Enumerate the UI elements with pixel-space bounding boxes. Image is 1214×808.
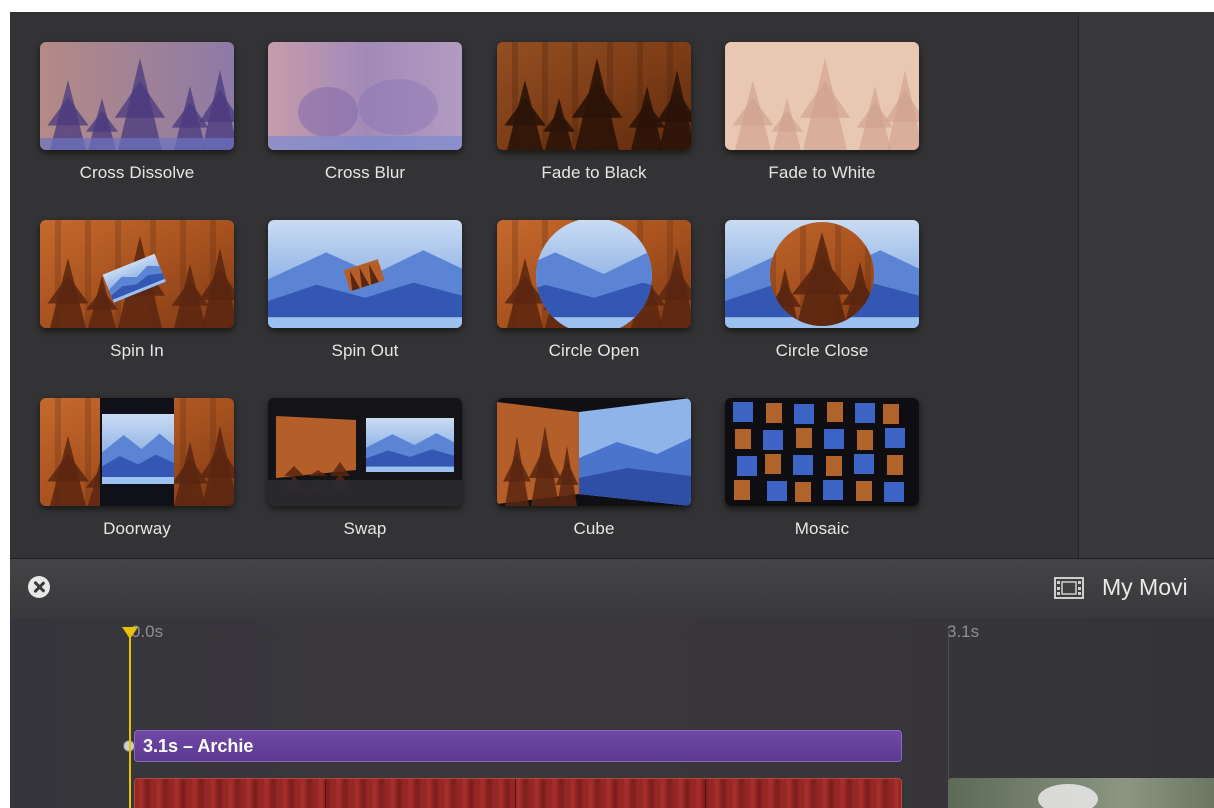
transition-label: Fade to White xyxy=(768,163,876,182)
transition-tile-swap[interactable]: Swap xyxy=(268,398,462,538)
transition-tile-cross-blur[interactable]: Cross Blur xyxy=(268,42,462,182)
doorway-thumbnail[interactable] xyxy=(40,398,234,506)
spin-out-thumbnail[interactable] xyxy=(268,220,462,328)
title-clip-label: 3.1s – Archie xyxy=(143,736,254,756)
clip-frame-divider xyxy=(515,779,516,808)
transitions-browser: Cross Dissolve Cross Blur Fade to Black F… xyxy=(10,12,1078,558)
close-icon[interactable] xyxy=(28,576,50,598)
transition-tile-doorway[interactable]: Doorway xyxy=(40,398,234,538)
transition-label: Circle Close xyxy=(775,341,869,360)
mosaic-thumbnail[interactable] xyxy=(725,398,919,506)
ruler-label-mid: 3.1s xyxy=(947,622,980,641)
cube-thumbnail[interactable] xyxy=(497,398,691,506)
transition-label: Cross Blur xyxy=(324,163,406,182)
transition-tile-fade-to-white[interactable]: Fade to White xyxy=(725,42,919,182)
clip-frame-divider xyxy=(325,779,326,808)
swap-thumbnail[interactable] xyxy=(268,398,462,506)
transition-label: Cube xyxy=(573,519,615,538)
clip-thumbnail-highlight xyxy=(1038,784,1098,808)
viewer-pane xyxy=(1078,12,1214,558)
title-clip[interactable]: 3.1s – Archie xyxy=(134,730,902,762)
transition-tile-mosaic[interactable]: Mosaic xyxy=(725,398,919,538)
transition-label: Fade to Black xyxy=(541,163,647,182)
transition-label: Circle Open xyxy=(548,341,640,360)
next-video-clip[interactable] xyxy=(948,778,1214,808)
transition-label: Mosaic xyxy=(794,519,850,538)
project-title[interactable]: My Movi xyxy=(1102,574,1188,601)
ruler-divider xyxy=(948,630,949,798)
transition-label: Doorway xyxy=(103,519,171,538)
fade-to-white-thumbnail[interactable] xyxy=(725,42,919,150)
transition-label: Spin Out xyxy=(331,341,399,360)
clip-frame-divider xyxy=(705,779,706,808)
transition-tile-spin-out[interactable]: Spin Out xyxy=(268,220,462,360)
cross-blur-thumbnail[interactable] xyxy=(268,42,462,150)
playhead-handle-icon[interactable] xyxy=(121,626,139,640)
transition-tile-circle-open[interactable]: Circle Open xyxy=(497,220,691,360)
circle-close-thumbnail[interactable] xyxy=(725,220,919,328)
imovie-window: Cross Dissolve Cross Blur Fade to Black F… xyxy=(10,12,1214,808)
transition-tile-circle-close[interactable]: Circle Close xyxy=(725,220,919,360)
video-clip[interactable] xyxy=(134,778,902,808)
cross-dissolve-thumbnail[interactable] xyxy=(40,42,234,150)
filmstrip-icon[interactable] xyxy=(1054,577,1084,599)
circle-open-thumbnail[interactable] xyxy=(497,220,691,328)
transition-label: Spin In xyxy=(110,341,164,360)
timeline[interactable]: 0.0s 3.1s 3.1s – Archie xyxy=(10,618,1214,808)
transition-tile-cross-dissolve[interactable]: Cross Dissolve xyxy=(40,42,234,182)
fade-to-black-thumbnail[interactable] xyxy=(497,42,691,150)
transition-tile-cube[interactable]: Cube xyxy=(497,398,691,538)
spin-in-thumbnail[interactable] xyxy=(40,220,234,328)
transition-label: Cross Dissolve xyxy=(79,163,195,182)
playhead[interactable] xyxy=(129,628,131,808)
project-toolbar: My Movi xyxy=(10,558,1214,619)
transition-tile-fade-to-black[interactable]: Fade to Black xyxy=(497,42,691,182)
transition-tile-spin-in[interactable]: Spin In xyxy=(40,220,234,360)
transition-label: Swap xyxy=(343,519,387,538)
